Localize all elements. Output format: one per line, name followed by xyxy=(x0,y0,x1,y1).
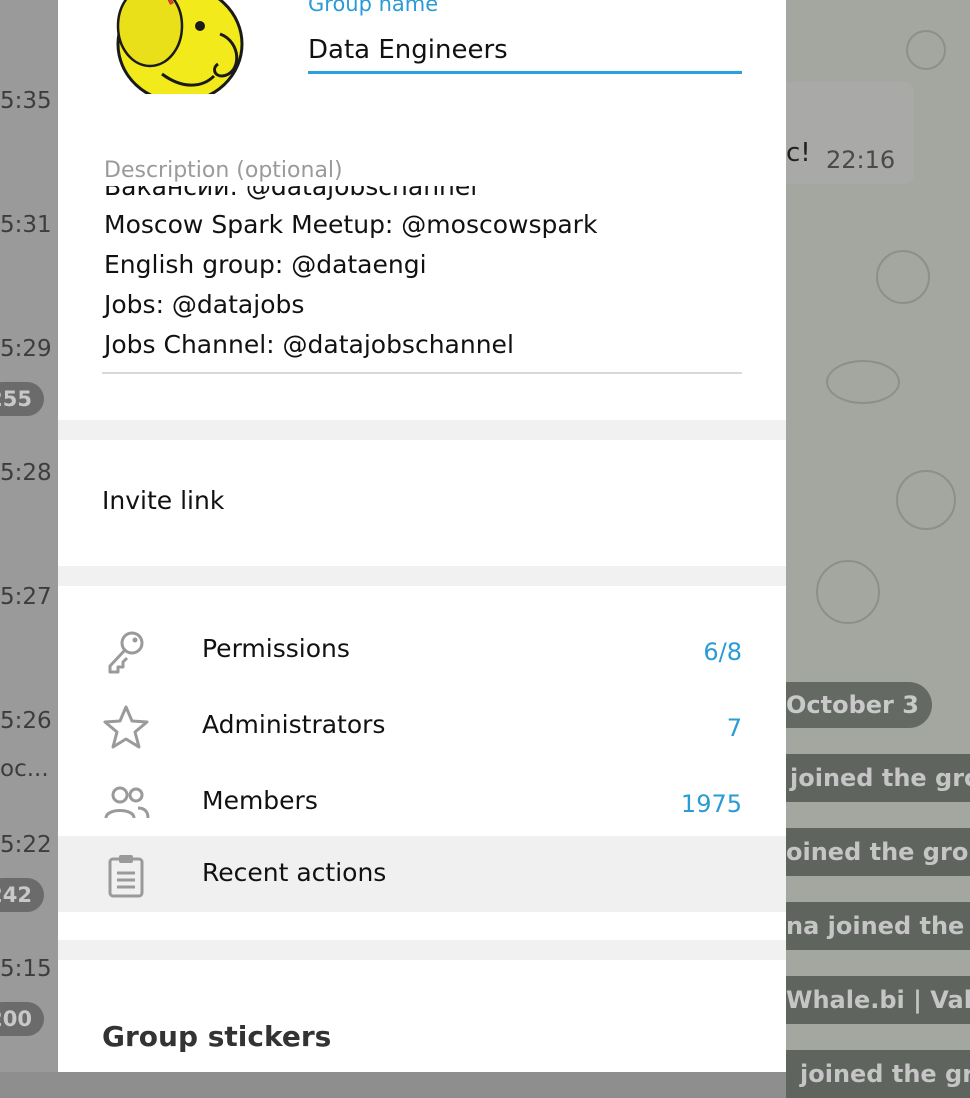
wallpaper-doodle xyxy=(876,250,930,304)
unread-badge: 255 xyxy=(0,382,44,416)
unread-badge: 200 xyxy=(0,1002,44,1036)
description-line: English group: @dataengi xyxy=(104,250,427,279)
clipboard-icon xyxy=(108,855,144,898)
key-icon xyxy=(108,631,144,674)
invite-link-button[interactable]: Invite link xyxy=(102,486,224,515)
message-time: 22:16 xyxy=(826,146,896,174)
administrators-label: Administrators xyxy=(202,710,386,739)
permissions-count: 6/8 xyxy=(703,638,742,666)
wallpaper-doodle xyxy=(826,360,900,404)
permissions-label: Permissions xyxy=(202,634,350,663)
group-avatar[interactable] xyxy=(102,0,248,110)
group-name-input[interactable] xyxy=(308,28,742,74)
chat-time: 5:15 xyxy=(0,956,52,982)
group-stickers-heading: Group stickers xyxy=(102,1020,332,1053)
service-message: Whale.bi | Valu xyxy=(786,976,970,1024)
chat-time: 5:31 xyxy=(0,212,52,238)
service-message: joined the grou xyxy=(786,1050,970,1098)
group-stickers-section: Group stickers xyxy=(58,960,786,1072)
chat-time: 5:27 xyxy=(0,584,52,610)
members-icon xyxy=(104,786,150,819)
chat-time: 5:35 xyxy=(0,88,52,114)
service-message: na joined the g xyxy=(786,902,970,950)
group-info-section: Group name Description (optional) Ваканс… xyxy=(58,0,786,420)
description-label: Description (optional) xyxy=(104,158,343,183)
service-message: joined the group xyxy=(786,754,970,802)
service-message: oined the group xyxy=(786,828,970,876)
description-line: Jobs: @datajobs xyxy=(104,290,305,319)
chat-time: 5:26 xyxy=(0,708,52,734)
group-settings-section: Permissions 6/8 Administrators 7 Members… xyxy=(58,586,786,940)
chat-time: 5:28 xyxy=(0,460,52,486)
chat-snippet: oc... xyxy=(0,756,49,782)
description-line: Вакансии: @datajobschannel xyxy=(104,186,478,201)
invite-link-section: Invite link xyxy=(58,440,786,566)
elephant-logo-icon xyxy=(116,0,248,110)
description-line: Moscow Spark Meetup: @moscowspark xyxy=(104,210,598,239)
unread-badge: 242 xyxy=(0,878,44,912)
wallpaper-doodle xyxy=(896,470,956,530)
chat-time: 5:22 xyxy=(0,832,52,858)
members-count: 1975 xyxy=(680,790,742,818)
description-input[interactable]: Вакансии: @datajobschannel Moscow Spark … xyxy=(102,186,742,374)
wallpaper-doodle xyxy=(906,30,946,70)
administrators-row[interactable]: Administrators 7 xyxy=(58,688,786,764)
recent-actions-label: Recent actions xyxy=(202,858,387,887)
description-line: Jobs Channel: @datajobschannel xyxy=(104,330,514,359)
permissions-row[interactable]: Permissions 6/8 xyxy=(58,612,786,688)
members-row[interactable]: Members 1975 xyxy=(58,764,786,840)
chat-time: 5:29 xyxy=(0,336,52,362)
wallpaper-doodle xyxy=(816,560,880,624)
recent-actions-row[interactable]: Recent actions xyxy=(58,836,786,912)
message-text: c! xyxy=(786,138,811,168)
members-label: Members xyxy=(202,786,318,815)
administrators-count: 7 xyxy=(726,714,742,742)
group-name-label: Group name xyxy=(308,0,439,16)
star-icon xyxy=(103,705,149,749)
edit-group-dialog: Group name Description (optional) Ваканс… xyxy=(58,0,786,1072)
